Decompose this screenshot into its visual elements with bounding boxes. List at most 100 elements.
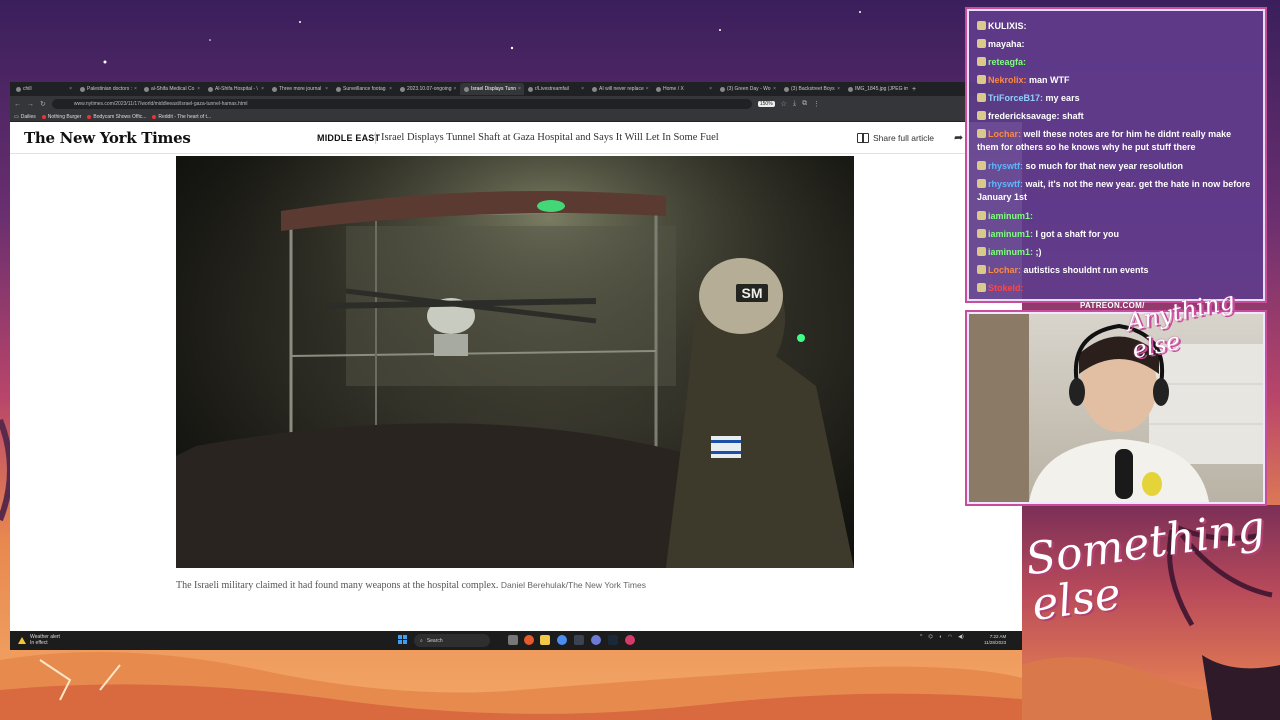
reload-icon[interactable]: ↻ bbox=[40, 100, 46, 108]
browser-tab[interactable]: Three more journal × bbox=[268, 83, 332, 95]
browser-tab[interactable]: Home / X × bbox=[652, 83, 716, 95]
forward-icon[interactable]: → bbox=[27, 101, 34, 108]
warning-icon bbox=[18, 636, 26, 644]
close-tab-icon[interactable]: × bbox=[325, 86, 328, 92]
menu-icon[interactable]: ⋮ bbox=[813, 100, 820, 108]
chat-username[interactable]: Lochar: bbox=[988, 129, 1021, 139]
badge-icon bbox=[977, 21, 986, 30]
tab-label: 2023.10.07-ongoing bbox=[407, 86, 452, 92]
url-field[interactable]: www.nytimes.com/2023/11/17/world/middlee… bbox=[51, 99, 752, 109]
chat-username[interactable]: reteagfa: bbox=[988, 57, 1026, 67]
stream-chat: KULIXIS: mayaha: reteagfa: Nekrolix: man… bbox=[967, 9, 1265, 301]
steam-icon[interactable] bbox=[608, 635, 618, 645]
browser-tab[interactable]: al-Shifa Medical Co × bbox=[140, 83, 204, 95]
tab-label: Israel Displays Tunn bbox=[471, 86, 517, 92]
helmet-patch: SM bbox=[742, 285, 763, 301]
chat-username[interactable]: rhyswtf: bbox=[988, 161, 1023, 171]
tab-label: Al-Shifa Hospital - \ bbox=[215, 86, 258, 92]
weather-widget[interactable]: Weather alert In effect bbox=[18, 634, 60, 646]
close-tab-icon[interactable]: × bbox=[581, 86, 584, 92]
browser-tab[interactable]: 2023.10.07-ongoing × bbox=[396, 83, 460, 95]
browser-tab[interactable]: Surveillance footag × bbox=[332, 83, 396, 95]
close-tab-icon[interactable]: × bbox=[261, 86, 264, 92]
badge-icon bbox=[977, 111, 986, 120]
bookmark-item[interactable]: Nothing Burger bbox=[41, 114, 81, 120]
zoom-badge[interactable]: 150% bbox=[757, 101, 775, 107]
browser-tab[interactable]: (3) Backstreet Boys × bbox=[780, 83, 844, 95]
share-label: Share full article bbox=[873, 132, 934, 143]
close-tab-icon[interactable]: × bbox=[389, 86, 392, 92]
firefox-icon[interactable] bbox=[524, 635, 534, 645]
nyt-logo[interactable]: The New York Times bbox=[24, 129, 191, 147]
chat-message: mayaha: bbox=[977, 35, 1255, 53]
browser-tab[interactable]: Israel Displays Tunn × bbox=[460, 83, 524, 95]
extensions-icon[interactable]: ⧉ bbox=[802, 100, 807, 108]
tab-favicon-icon bbox=[400, 86, 405, 92]
badge-icon bbox=[977, 93, 986, 102]
chat-username[interactable]: mayaha: bbox=[988, 39, 1025, 49]
close-tab-icon[interactable]: × bbox=[69, 86, 72, 92]
tab-favicon-icon bbox=[272, 86, 277, 92]
chat-username[interactable]: KULIXIS: bbox=[988, 21, 1027, 31]
share-arrow-icon[interactable]: ➦ bbox=[954, 131, 963, 144]
badge-icon bbox=[977, 161, 986, 170]
new-tab-button[interactable]: + bbox=[908, 86, 920, 93]
close-tab-icon[interactable]: × bbox=[518, 86, 521, 92]
tab-favicon-icon bbox=[80, 86, 85, 92]
browser-tab[interactable]: IMG_1845.jpg (JPEG im× bbox=[844, 83, 908, 95]
chat-username[interactable]: Lochar: bbox=[988, 265, 1021, 275]
tab-favicon-icon bbox=[464, 86, 469, 92]
back-icon[interactable]: ← bbox=[14, 101, 21, 108]
close-tab-icon[interactable]: × bbox=[454, 86, 457, 92]
tab-label: (3) Green Day - Wo bbox=[727, 86, 771, 92]
bookmark-item[interactable]: Reddit - The heart of t... bbox=[152, 114, 211, 120]
taskbar-search[interactable]: ⌕ Search bbox=[414, 634, 490, 647]
bookmark-item[interactable]: Bodycam Shows Offic... bbox=[87, 114, 146, 120]
close-tab-icon[interactable]: × bbox=[773, 86, 776, 92]
chat-username[interactable]: Nekrolix: bbox=[988, 75, 1027, 85]
chat-username[interactable]: fredericksavage: bbox=[988, 111, 1060, 121]
close-tab-icon[interactable]: × bbox=[134, 86, 137, 92]
reddit-icon bbox=[152, 114, 157, 119]
download-icon[interactable]: ⤓ bbox=[793, 100, 796, 108]
folder-icon: ▭ bbox=[14, 113, 19, 120]
network-icon[interactable]: ⌬ bbox=[928, 634, 932, 640]
taskbar-clock[interactable]: 7:22 AM 11/28/2023 bbox=[984, 634, 1006, 646]
windows-start-icon[interactable] bbox=[398, 635, 407, 644]
wifi-icon[interactable]: ◠ bbox=[948, 634, 952, 640]
chat-username[interactable]: TriForceB17: bbox=[988, 93, 1043, 103]
tab-favicon-icon bbox=[144, 86, 149, 92]
chat-username[interactable]: rhyswtf: bbox=[988, 179, 1023, 189]
chat-username[interactable]: Stokeld: bbox=[988, 283, 1024, 293]
mic-icon[interactable]: ◖ bbox=[939, 634, 942, 640]
close-tab-icon[interactable]: × bbox=[709, 86, 712, 92]
chat-username[interactable]: iaminum1: bbox=[988, 247, 1033, 257]
volume-icon[interactable]: ◀) bbox=[958, 634, 964, 640]
tab-label: (3) Backstreet Boys bbox=[791, 86, 835, 92]
search-icon: ⌕ bbox=[420, 637, 423, 644]
chrome-icon[interactable] bbox=[557, 635, 567, 645]
close-tab-icon[interactable]: × bbox=[646, 86, 649, 92]
chat-username[interactable]: iaminum1: bbox=[988, 211, 1033, 221]
browser-tab[interactable]: AI will never replace × bbox=[588, 83, 652, 95]
close-tab-icon[interactable]: × bbox=[197, 86, 200, 92]
badge-icon bbox=[977, 129, 986, 138]
section-label[interactable]: MIDDLE EAST bbox=[317, 133, 380, 143]
tab-label: chill bbox=[23, 86, 32, 92]
star-icon[interactable]: ☆ bbox=[781, 100, 787, 108]
browser-tab[interactable]: Palestinian doctors : × bbox=[76, 83, 140, 95]
app-icon[interactable] bbox=[625, 635, 635, 645]
task-view-icon[interactable] bbox=[508, 635, 518, 645]
file-explorer-icon[interactable] bbox=[540, 635, 550, 645]
bookmark-item[interactable]: ▭ Dailies bbox=[14, 114, 36, 120]
browser-tab[interactable]: Al-Shifa Hospital - \ × bbox=[204, 83, 268, 95]
browser-tab[interactable]: r/Livestreamfail × bbox=[524, 83, 588, 95]
discord-icon[interactable] bbox=[591, 635, 601, 645]
share-button[interactable]: Share full article bbox=[857, 132, 934, 143]
chat-username[interactable]: iaminum1: bbox=[988, 229, 1033, 239]
chevron-up-icon[interactable]: ^ bbox=[920, 634, 922, 640]
obs-icon[interactable] bbox=[574, 635, 584, 645]
browser-tab[interactable]: chill × bbox=[12, 83, 76, 95]
close-tab-icon[interactable]: × bbox=[837, 86, 840, 92]
browser-tab[interactable]: (3) Green Day - Wo × bbox=[716, 83, 780, 95]
